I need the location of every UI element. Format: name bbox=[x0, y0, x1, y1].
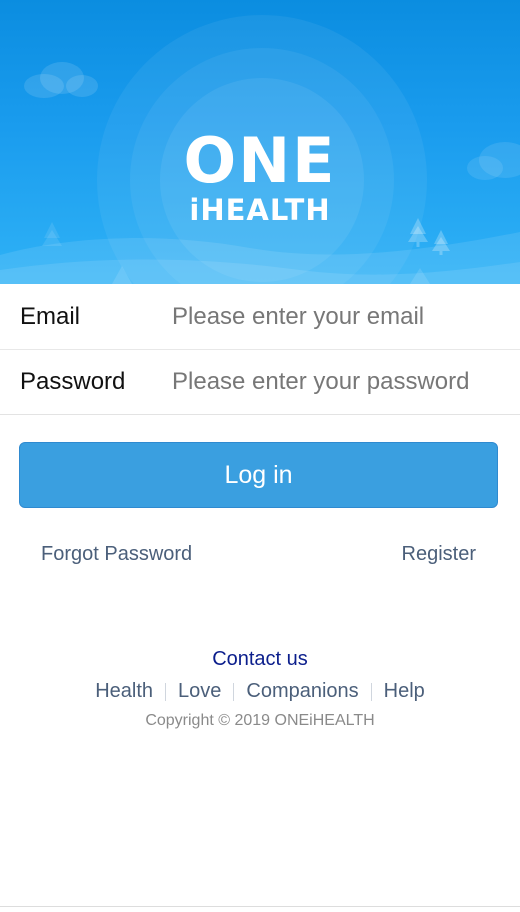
footer-divider bbox=[233, 682, 235, 701]
footer-link-health[interactable]: Health bbox=[95, 680, 153, 703]
contact-us-link[interactable]: Contact us bbox=[0, 648, 520, 671]
logo-text-ihealth: iHEALTH bbox=[189, 193, 331, 227]
footer-divider bbox=[370, 682, 372, 701]
email-label: Email bbox=[20, 302, 81, 330]
forgot-password-link[interactable]: Forgot Password bbox=[41, 543, 192, 566]
email-field[interactable] bbox=[172, 302, 512, 331]
footer-link-help[interactable]: Help bbox=[384, 680, 425, 703]
footer-link-companions[interactable]: Companions bbox=[246, 680, 358, 703]
header-banner: ONE iHEALTH bbox=[0, 0, 520, 284]
footer-link-love[interactable]: Love bbox=[178, 680, 221, 703]
password-field[interactable] bbox=[172, 368, 512, 396]
password-row: Password bbox=[0, 349, 520, 414]
cloud-icon bbox=[24, 62, 98, 98]
login-form: Email Password bbox=[0, 284, 520, 415]
footer-links: Health Love Companions Help bbox=[0, 680, 520, 703]
login-button[interactable]: Log in bbox=[19, 442, 498, 508]
register-link[interactable]: Register bbox=[402, 543, 476, 566]
logo-text-one: ONE bbox=[183, 124, 337, 197]
email-row: Email bbox=[0, 284, 520, 349]
copyright-text: Copyright © 2019 ONEiHEALTH bbox=[145, 712, 375, 729]
footer-divider bbox=[165, 682, 166, 701]
password-label: Password bbox=[20, 368, 126, 395]
brand-logo: ONE iHEALTH bbox=[0, 124, 520, 227]
bottom-divider bbox=[0, 906, 520, 907]
